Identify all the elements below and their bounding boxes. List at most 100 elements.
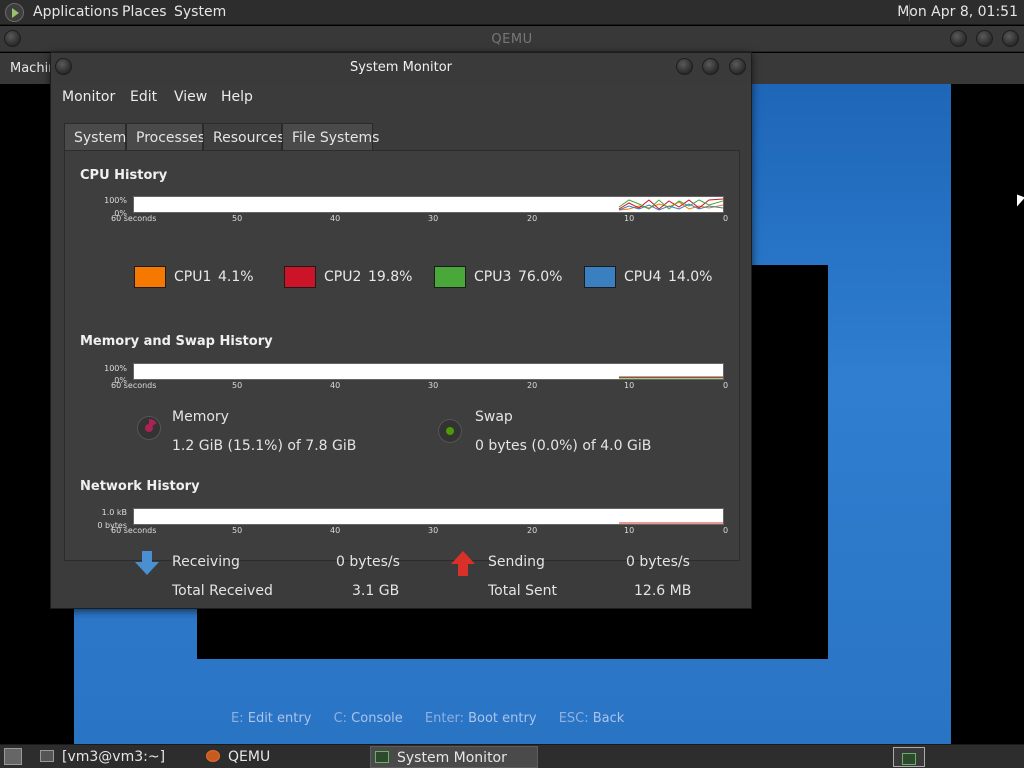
qemu-close-icon[interactable] [1002,30,1019,47]
cpu2-label: CPU2 [324,269,362,285]
workspace-switcher[interactable] [893,747,925,767]
qemu-titlebar[interactable]: QEMU [0,26,1024,52]
network-history-graph [133,508,724,525]
system-monitor-window: System Monitor Monitor Edit View Help Sy… [50,52,752,609]
x-label: 10 [624,214,635,223]
memory-pie-slice [145,419,157,432]
x-label: 60 seconds [111,381,157,390]
memory-y-max-label: 100% [104,364,127,373]
total-received-value: 3.1 GB [352,583,400,599]
tab-resources[interactable]: Resources [203,123,285,151]
x-label: 60 seconds [111,526,157,535]
sysmon-window-title: System Monitor [349,60,453,75]
system-monitor-icon [375,751,389,763]
cpu3-color-swatch[interactable] [434,266,466,288]
menu-edit[interactable]: Edit [130,89,157,105]
memory-x-axis: 60 seconds 50 40 30 20 10 0 [111,381,731,391]
x-label: 0 [723,214,729,223]
applications-logo-icon[interactable] [5,3,24,22]
cpu-graph-lines [618,198,724,211]
task-system-monitor-label: System Monitor [397,750,507,766]
applications-menu[interactable]: Applications [33,4,119,20]
menu-monitor[interactable]: Monitor [62,89,115,105]
cpu4-label: CPU4 [624,269,662,285]
x-label: 10 [624,526,635,535]
show-desktop-icon[interactable] [4,748,22,765]
sending-arrow-icon[interactable] [451,551,475,577]
memory-label: Memory [172,409,229,425]
bottom-taskbar: [vm3@vm3:~] QEMU System Monitor [0,744,1024,768]
total-sent-value: 12.6 MB [634,583,692,599]
qemu-minimize-icon[interactable] [950,30,967,47]
sysmon-maximize-icon[interactable] [702,58,719,75]
x-label: 20 [527,381,538,390]
cpu-history-title: CPU History [80,168,168,183]
clock[interactable]: Mon Apr 8, 01:51 [897,4,1018,20]
tab-processes[interactable]: Processes [126,123,205,151]
network-x-axis: 60 seconds 50 40 30 20 10 0 [111,526,731,536]
cpu1-color-swatch[interactable] [134,266,166,288]
menu-help[interactable]: Help [221,89,253,105]
qemu-window-title: QEMU [491,32,533,47]
x-label: 0 [723,381,729,390]
x-label: 20 [527,526,538,535]
cpu4-color-swatch[interactable] [584,266,616,288]
memory-pie-icon[interactable] [137,416,161,440]
hint-edit-entry: E: Edit entry [231,711,312,726]
mouse-pointer-icon [1017,194,1024,210]
x-label: 10 [624,381,635,390]
system-menu[interactable]: System [174,4,226,20]
swap-pie-icon[interactable] [438,419,462,443]
cpu1-label: CPU1 [174,269,212,285]
task-terminal[interactable]: [vm3@vm3:~] [40,746,200,768]
qemu-maximize-icon[interactable] [976,30,993,47]
memory-history-title: Memory and Swap History [80,334,273,349]
hint-console: C: Console [333,711,403,726]
hint-back: ESC: Back [558,711,625,726]
cpu1-value: 4.1% [218,269,254,285]
hint-boot-entry: Enter: Boot entry [424,711,537,726]
cpu3-label: CPU3 [474,269,512,285]
receiving-arrow-icon[interactable] [135,551,159,577]
sysmon-minimize-icon[interactable] [676,58,693,75]
tab-system[interactable]: System [64,123,126,151]
x-label: 60 seconds [111,214,157,223]
sysmon-menubar: Monitor Edit View Help [51,83,751,111]
x-label: 30 [428,526,439,535]
cpu-x-axis: 60 seconds 50 40 30 20 10 0 [111,214,731,224]
memory-history-graph [133,363,724,380]
swap-label: Swap [475,409,513,425]
total-received-label: Total Received [172,583,273,599]
cpu-y-max-label: 100% [104,196,127,205]
cpu-history-graph [133,196,724,213]
network-y-max-label: 1.0 kB [101,508,127,517]
tab-file-systems[interactable]: File Systems [282,123,379,151]
places-menu[interactable]: Places [122,4,167,20]
x-label: 30 [428,381,439,390]
guest-key-hints: E: Edit entry C: Console Enter: Boot ent… [231,711,642,726]
resources-panel: CPU History 100% 0% 60 seconds 50 40 30 … [64,150,740,599]
menu-view[interactable]: View [174,89,207,105]
task-qemu[interactable]: QEMU [206,746,366,768]
cpu2-color-swatch[interactable] [284,266,316,288]
x-label: 50 [232,381,243,390]
cpu4-value: 14.0% [668,269,713,285]
memory-graph-lines [619,376,723,379]
network-history-title: Network History [80,479,200,494]
total-sent-label: Total Sent [488,583,558,599]
receiving-value: 0 bytes/s [336,554,400,570]
network-graph-lines [619,522,723,524]
memory-usage-value: 1.2 GiB (15.1%) of 7.8 GiB [172,438,357,454]
x-label: 50 [232,526,243,535]
qemu-icon [206,750,220,762]
swap-pie-slice [446,427,454,435]
task-system-monitor[interactable]: System Monitor [370,746,538,768]
x-label: 40 [330,526,341,535]
sending-value: 0 bytes/s [626,554,690,570]
workspace-window-icon [902,753,916,765]
sending-label: Sending [488,554,545,570]
task-terminal-label: [vm3@vm3:~] [62,749,166,765]
sysmon-close-icon[interactable] [729,58,746,75]
sysmon-titlebar[interactable]: System Monitor [51,53,751,83]
x-label: 0 [723,526,729,535]
